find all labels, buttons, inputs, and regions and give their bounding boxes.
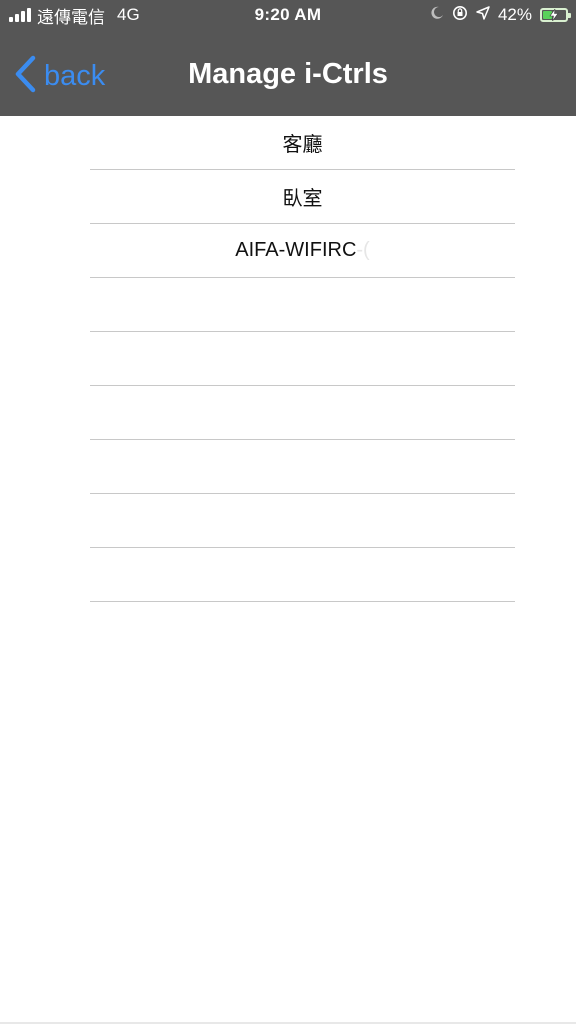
status-bar: 遠傳電信 4G 9:20 AM 42% (0, 0, 576, 30)
device-name-text: 臥室 (282, 188, 323, 210)
moon-icon (430, 5, 444, 25)
status-right: 42% (430, 4, 571, 26)
battery-percent: 42% (497, 5, 532, 24)
device-list-item[interactable]: 臥室 (90, 170, 515, 224)
device-list-item[interactable] (90, 494, 515, 548)
navigation-bar: back Manage i-Ctrls (0, 38, 576, 116)
device-name: 臥室 (283, 182, 323, 211)
device-list-item[interactable]: AIFA-WIFIRC-( (90, 224, 515, 278)
location-arrow-icon (476, 5, 490, 25)
device-name-text: AIFA-WIFIRC (235, 239, 357, 261)
device-list: 客廳臥室 AIFA-WIFIRC-( (90, 116, 515, 602)
device-list-item[interactable] (90, 386, 515, 440)
device-list-item[interactable] (90, 548, 515, 602)
device-list-item[interactable] (90, 440, 515, 494)
device-name: 客廳 (283, 128, 323, 157)
device-list-item[interactable]: 客廳 (90, 116, 515, 170)
orientation-lock-icon (452, 5, 468, 26)
device-list-item[interactable] (90, 332, 515, 386)
device-list-item[interactable] (90, 278, 515, 332)
top-bar: 遠傳電信 4G 9:20 AM 42% back Manage i-Ctrls (0, 0, 576, 116)
device-name-suffix: -( (356, 239, 370, 261)
device-name: AIFA-WIFIRC-( (235, 239, 369, 262)
page-title: Manage i-Ctrls (188, 58, 388, 90)
battery-charging-icon (540, 8, 571, 22)
device-name-text: 客廳 (282, 134, 323, 156)
